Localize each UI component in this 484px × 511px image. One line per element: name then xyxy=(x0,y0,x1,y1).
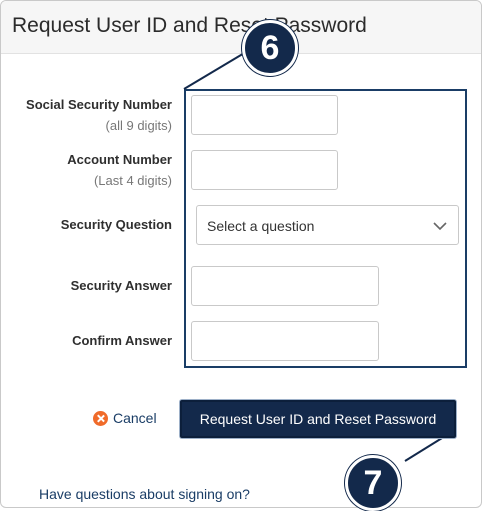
account-number-label: Account Number xyxy=(67,152,172,167)
security-question-label: Security Question xyxy=(60,217,172,232)
request-user-id-button[interactable]: Request User ID and Reset Password xyxy=(180,400,456,438)
callout-badge-7: 7 xyxy=(345,455,401,511)
ssn-label: Social Security Number xyxy=(26,97,172,112)
ssn-hint: (all 9 digits) xyxy=(105,118,172,133)
form-highlight-box xyxy=(184,89,467,368)
security-answer-label: Security Answer xyxy=(70,278,172,293)
cancel-label: Cancel xyxy=(113,410,157,426)
cancel-button[interactable]: Cancel xyxy=(93,408,157,428)
account-number-hint: (Last 4 digits) xyxy=(93,173,172,188)
confirm-answer-label: Confirm Answer xyxy=(72,333,172,348)
close-circle-icon xyxy=(93,410,108,426)
callout-badge-6: 6 xyxy=(242,20,298,76)
page-title: Request User ID and Reset Password xyxy=(12,14,367,37)
help-signing-on-link[interactable]: Have questions about signing on? xyxy=(39,486,250,502)
